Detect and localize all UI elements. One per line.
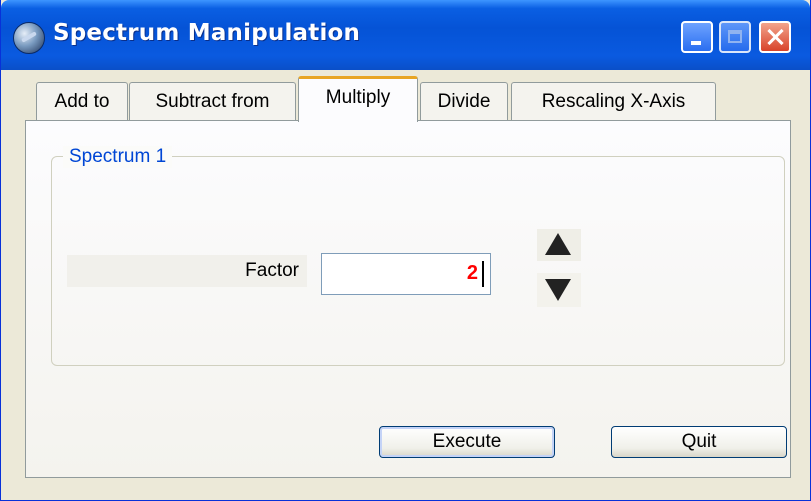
tab-multiply[interactable]: Multiply bbox=[298, 76, 418, 122]
triangle-up-icon[interactable] bbox=[537, 229, 581, 261]
factor-spinner bbox=[537, 229, 581, 309]
factor-label: Factor bbox=[67, 255, 307, 287]
execute-button[interactable]: Execute bbox=[379, 426, 555, 458]
text-caret bbox=[482, 261, 484, 287]
quit-button[interactable]: Quit bbox=[611, 426, 787, 458]
tab-rescaling-x-axis[interactable]: Rescaling X-Axis bbox=[511, 82, 716, 120]
tab-divide[interactable]: Divide bbox=[420, 82, 508, 120]
tab-subtract-from[interactable]: Subtract from bbox=[129, 82, 296, 120]
window-title: Spectrum Manipulation bbox=[53, 20, 361, 46]
close-icon[interactable] bbox=[759, 21, 791, 53]
app-icon bbox=[13, 22, 45, 54]
minimize-icon[interactable] bbox=[681, 21, 713, 53]
title-bar[interactable]: Spectrum Manipulation bbox=[1, 0, 810, 70]
tab-add-to[interactable]: Add to bbox=[36, 82, 128, 120]
spectrum-manipulation-window: Spectrum Manipulation Add to Subtract fr… bbox=[0, 0, 811, 501]
factor-input[interactable]: 2 bbox=[321, 253, 491, 295]
triangle-down-icon[interactable] bbox=[537, 273, 581, 307]
maximize-icon[interactable] bbox=[719, 21, 751, 53]
factor-value: 2 bbox=[466, 262, 478, 284]
group-title: Spectrum 1 bbox=[63, 146, 173, 168]
